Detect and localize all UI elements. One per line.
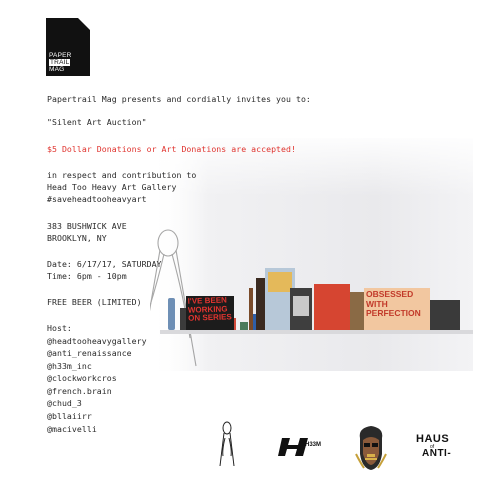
donation-note: $5 Dollar Donations or Art Donations are… [47, 144, 296, 154]
host-item: @macivelli [47, 424, 97, 434]
host-item: @french.brain [47, 386, 112, 396]
logo-line-2: TRAIL [49, 59, 71, 66]
address-line-1: 383 BUSHWICK AVE [47, 221, 127, 231]
host-item: @chud_3 [47, 398, 82, 408]
logo-line-1: PAPER [49, 52, 72, 59]
free-beer-note: FREE BEER (LIMITED) [47, 297, 142, 307]
anti-text: ANTI- [422, 448, 452, 459]
purpose-line-1: in respect and contribution to [47, 170, 197, 180]
event-title: "Silent Art Auction" [47, 117, 147, 127]
host-item: @h33m_inc [47, 361, 92, 371]
event-date: Date: 6/17/17, SATURDAY [47, 259, 162, 269]
gallery-photo-art [150, 138, 473, 371]
address-line-2: BROOKLYN, NY [47, 233, 107, 243]
host-item: @headtooheavygallery [47, 336, 147, 346]
hashtag: #saveheadtooheavyart [47, 194, 147, 204]
host-item: @clockworkcros [47, 373, 117, 383]
paper-trail-mag-logo: PAPER TRAIL MAG [46, 18, 90, 76]
event-time: Time: 6pm - 10pm [47, 271, 127, 281]
logo-fold [78, 18, 90, 30]
h33m-text: H33M [305, 442, 322, 448]
gallery-photo [150, 138, 473, 371]
host-item: @bllaiirr [47, 411, 92, 421]
h33m-logo: H33M [278, 436, 322, 458]
host-item: @anti_renaissance [47, 348, 132, 358]
photo-sign-2: OBSESSED WITH PERFECTION [366, 290, 421, 318]
logo-line-3: MAG [49, 66, 65, 73]
stick-figure-logo [219, 421, 235, 467]
face-illustration-logo [355, 426, 387, 470]
haus-of-anti-logo: HAUS of ANTI- [414, 433, 458, 463]
photo-sign-1: I'VE BEEN WORKING ON SERIES [187, 296, 232, 323]
hosts-label: Host: [47, 323, 72, 333]
purpose-line-2: Head Too Heavy Art Gallery [47, 182, 177, 192]
intro-text: Papertrail Mag presents and cordially in… [47, 94, 311, 104]
